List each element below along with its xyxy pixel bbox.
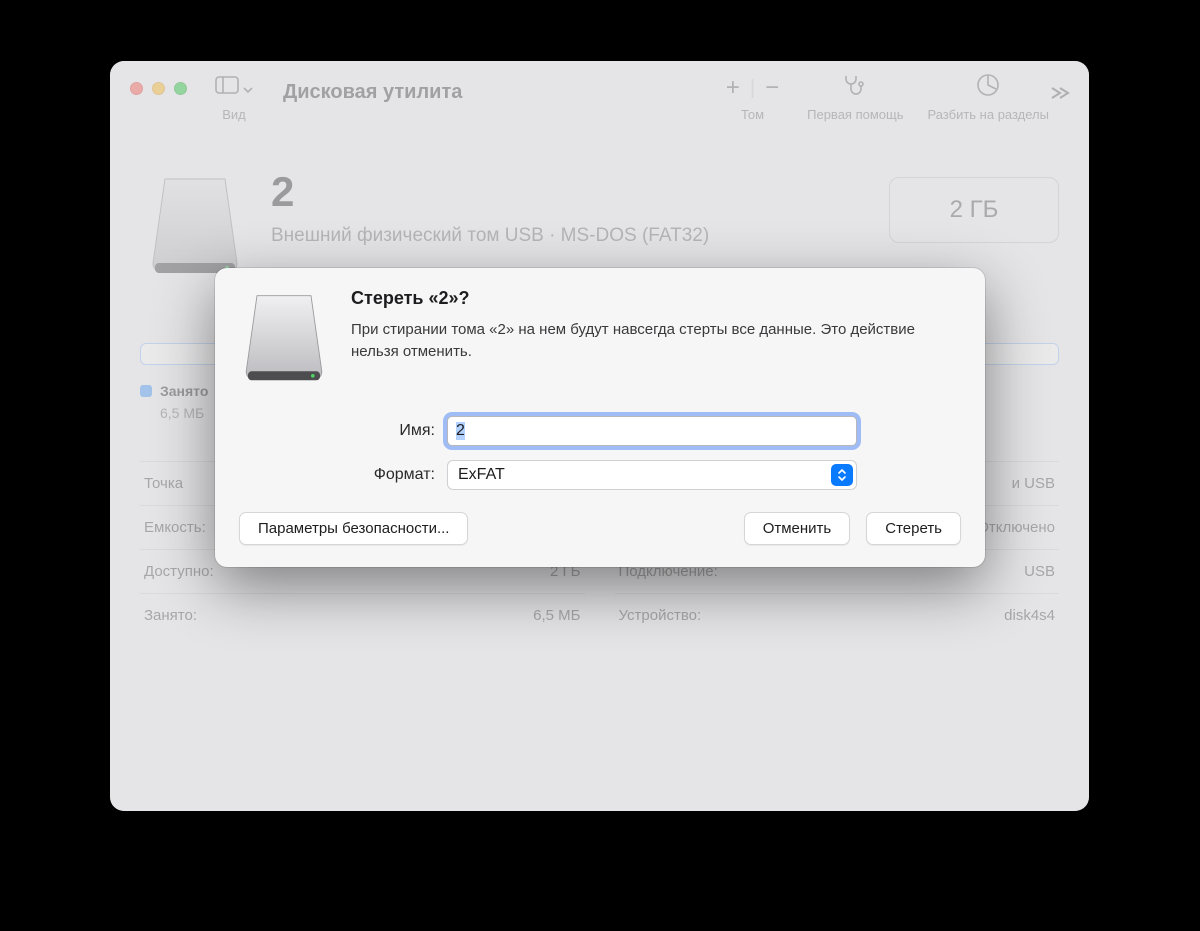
updown-chevron-icon (831, 464, 853, 486)
window-controls (130, 82, 187, 95)
format-label: Формат: (339, 466, 435, 484)
toolbar-volume-label: Том (741, 107, 764, 122)
toolbar: Вид Дисковая утилита + | − Том Первая по… (110, 61, 1089, 141)
dialog-form: Имя: Формат: ExFAT (239, 416, 961, 490)
toolbar-view[interactable]: Вид (215, 73, 253, 122)
toolbar-first-aid-label: Первая помощь (807, 107, 903, 122)
toolbar-partition[interactable]: Разбить на разделы (927, 73, 1049, 122)
name-input[interactable] (447, 416, 857, 446)
volume-icon (145, 171, 245, 281)
plus-icon: + (726, 74, 740, 102)
stethoscope-icon (842, 73, 868, 103)
volume-name: 2 (271, 171, 709, 213)
toolbar-view-label: Вид (222, 107, 246, 122)
chevron-down-icon (243, 77, 253, 100)
name-label: Имя: (339, 422, 435, 440)
pie-chart-icon (976, 73, 1000, 103)
toolbar-first-aid[interactable]: Первая помощь (807, 73, 903, 122)
toolbar-title: Дисковая утилита (283, 81, 462, 104)
volume-size-badge: 2 ГБ (889, 177, 1059, 243)
format-select[interactable]: ExFAT (447, 460, 857, 490)
dialog-body: При стирании тома «2» на нем будут навсе… (351, 319, 961, 363)
minus-icon: − (765, 74, 779, 102)
format-select-value: ExFAT (458, 466, 505, 484)
fullscreen-window-button[interactable] (174, 82, 187, 95)
dialog-volume-icon (239, 288, 329, 388)
toolbar-partition-label: Разбить на разделы (927, 107, 1049, 122)
usage-used-label: Занято (160, 383, 208, 399)
cancel-button[interactable]: Отменить (744, 512, 851, 545)
minimize-window-button[interactable] (152, 82, 165, 95)
usage-used-value: 6,5 МБ (160, 405, 208, 421)
sidebar-icon (215, 76, 239, 100)
usage-swatch-used (140, 385, 152, 397)
info-row: Устройство:disk4s4 (615, 593, 1060, 637)
close-window-button[interactable] (130, 82, 143, 95)
toolbar-volume[interactable]: + | − Том (726, 73, 779, 122)
info-row: Занято:6,5 МБ (140, 593, 585, 637)
toolbar-overflow[interactable] (1049, 81, 1071, 107)
security-options-button[interactable]: Параметры безопасности... (239, 512, 468, 545)
erase-button[interactable]: Стереть (866, 512, 961, 545)
dialog-title: Стереть «2»? (351, 288, 961, 309)
erase-dialog: Стереть «2»? При стирании тома «2» на не… (215, 268, 985, 567)
volume-subtitle: Внешний физический том USB · MS-DOS (FAT… (271, 225, 709, 247)
